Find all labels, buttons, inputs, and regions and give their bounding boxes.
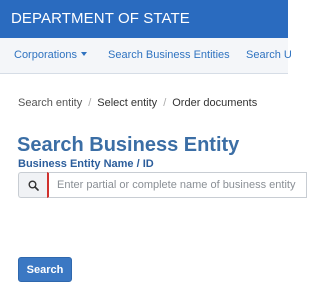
search-icon bbox=[28, 180, 39, 191]
caret-down-icon bbox=[80, 52, 87, 56]
top-banner: DEPARTMENT OF STATE bbox=[0, 0, 288, 38]
nav-corporations-dropdown[interactable]: Corporations bbox=[14, 49, 87, 61]
main-navbar: Corporations Search Business Entities Se… bbox=[0, 38, 292, 74]
entity-name-label: Business Entity Name / ID bbox=[18, 158, 154, 170]
breadcrumb: Search entity / Select entity / Order docume… bbox=[18, 97, 257, 109]
search-addon bbox=[18, 172, 47, 198]
breadcrumb-select-entity: Select entity bbox=[97, 97, 158, 109]
search-button[interactable]: Search bbox=[18, 257, 72, 282]
search-input-group bbox=[18, 172, 307, 198]
entity-search-input[interactable] bbox=[47, 172, 307, 198]
nav-search-business-entities[interactable]: Search Business Entities bbox=[108, 49, 230, 61]
breadcrumb-separator: / bbox=[88, 97, 92, 109]
nav-search-u[interactable]: Search U bbox=[246, 49, 292, 61]
breadcrumb-separator: / bbox=[163, 97, 167, 109]
page-title: Search Business Entity bbox=[17, 134, 240, 156]
breadcrumb-order-documents: Order documents bbox=[172, 97, 258, 109]
breadcrumb-search-entity[interactable]: Search entity bbox=[18, 97, 82, 109]
nav-corporations-label: Corporations bbox=[14, 49, 77, 61]
site-title: DEPARTMENT OF STATE bbox=[11, 10, 190, 27]
